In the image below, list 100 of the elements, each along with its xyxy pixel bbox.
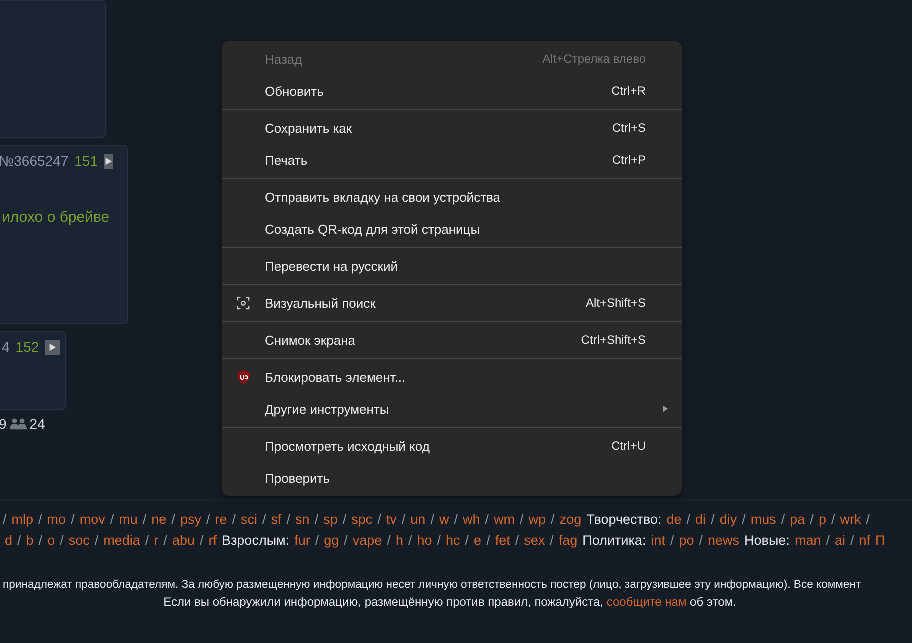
board-link[interactable]: sn (296, 512, 310, 527)
separator-slash: / (430, 512, 434, 527)
separator-slash: / (286, 512, 291, 527)
board-link[interactable]: po (679, 533, 694, 548)
board-link[interactable]: w (439, 512, 450, 527)
shortcut-text: Ctrl+Shift+S (581, 333, 646, 347)
menu-item-label: Назад (265, 52, 304, 66)
board-link[interactable]: fag (558, 533, 578, 548)
board-link[interactable]: sf (271, 512, 282, 527)
board-link[interactable]: mus (750, 512, 776, 527)
post-index: 152 (16, 339, 40, 355)
menu-item[interactable]: Блокировать элемент... (222, 361, 682, 393)
play-icon (104, 156, 113, 166)
board-link[interactable]: abu (172, 533, 195, 548)
board-link[interactable]: man (794, 533, 822, 548)
board-link[interactable]: sp (324, 512, 338, 527)
board-link[interactable]: diy (720, 512, 738, 527)
board-link[interactable]: tv (386, 512, 397, 527)
separator-slash: / (342, 512, 347, 527)
expand-button[interactable] (104, 154, 113, 168)
menu-item[interactable]: Визуальный поиск Alt+Shift+S (222, 287, 682, 319)
separator-slash: / (486, 533, 490, 548)
separator-slash: / (315, 533, 320, 548)
board-link[interactable]: d (5, 533, 13, 548)
board-link[interactable]: p (818, 512, 826, 527)
expand-button[interactable] (45, 340, 60, 354)
board-link[interactable]: mov (80, 512, 106, 527)
menu-item[interactable]: Отправить вкладку на свои устройства (222, 181, 682, 213)
board-link[interactable]: b (26, 533, 34, 548)
board-link[interactable]: h (396, 533, 404, 548)
separator-slash: / (3, 512, 7, 527)
board-link[interactable]: de (666, 512, 682, 527)
board-link[interactable]: un (410, 512, 426, 527)
board-link[interactable]: ho (417, 533, 432, 548)
submenu-arrow-icon (663, 405, 668, 413)
report-link[interactable]: сообщите нам (606, 595, 687, 609)
separator-slash: / (378, 512, 382, 527)
board-link[interactable]: wh (462, 512, 480, 527)
board-link[interactable]: gg (324, 533, 340, 548)
board-link[interactable]: pa (790, 512, 806, 527)
board-link[interactable]: wp (528, 512, 546, 527)
separator-slash: / (110, 512, 114, 527)
menu-item[interactable]: Снимок экрана Ctrl+Shift+S (222, 324, 682, 356)
board-link[interactable]: e (474, 533, 482, 548)
board-link[interactable]: vape (352, 533, 382, 548)
board-link[interactable]: news (708, 533, 740, 548)
board-link[interactable]: re (215, 512, 228, 527)
board-link[interactable]: mu (119, 512, 138, 527)
board-link[interactable]: sci (241, 512, 258, 527)
separator-slash: / (262, 512, 266, 527)
board-link[interactable]: nf (859, 533, 871, 548)
board-link[interactable]: int (651, 533, 666, 548)
post-index: 151 (74, 153, 98, 169)
post-number[interactable]: №3665247 (0, 153, 69, 169)
user-count: 24 (30, 416, 46, 432)
board-link[interactable]: o (48, 533, 56, 548)
board-link[interactable]: media (104, 533, 140, 548)
shortcut-text: Alt+Стрелка влево (542, 52, 646, 66)
board-link[interactable]: wrk (840, 512, 862, 527)
board-link[interactable]: mlp (12, 512, 34, 527)
board-link[interactable]: hc (446, 533, 460, 548)
shortcut-text: Ctrl+S (612, 121, 646, 135)
board-link[interactable]: ne (152, 512, 167, 527)
menu-item[interactable]: Просмотреть исходный код Ctrl+U (222, 430, 682, 462)
board-link[interactable]: ai (834, 533, 846, 548)
separator-slash: / (551, 512, 555, 527)
board-link[interactable]: spc (352, 512, 373, 527)
separator-slash: / (232, 512, 236, 527)
separator-slash: / (38, 533, 43, 548)
separator-slash: / (200, 533, 204, 548)
menu-item-label: Обновить (265, 84, 325, 98)
menu-item[interactable]: Сохранить как Ctrl+S (222, 112, 682, 144)
shortcut-text: Ctrl+P (612, 153, 646, 167)
board-link[interactable]: wm (494, 512, 516, 527)
separator-slash: / (826, 533, 830, 548)
board-link[interactable]: psy (180, 512, 202, 527)
board-link[interactable]: zog (560, 512, 582, 527)
separator-slash: / (344, 533, 348, 548)
shortcut-text: Ctrl+U (612, 439, 646, 453)
post-number[interactable]: 4 (2, 339, 10, 355)
board-link[interactable]: fet (495, 533, 510, 548)
menu-item[interactable]: Создать QR-код для этой страницы (222, 213, 682, 245)
separator-slash: / (520, 512, 524, 527)
board-link[interactable]: mo (47, 512, 66, 527)
play-icon (48, 342, 58, 352)
separator-slash: / (172, 512, 176, 527)
board-link[interactable]: di (696, 512, 706, 527)
menu-item[interactable]: Перевести на русский (222, 250, 682, 282)
menu-item[interactable]: Печать Ctrl+P (222, 144, 682, 176)
board-link[interactable]: r (154, 533, 159, 548)
separator-slash: / (145, 533, 150, 548)
separator-slash: / (60, 533, 64, 548)
board-link[interactable]: fur (294, 533, 310, 548)
menu-item[interactable]: Обновить Ctrl+R (222, 75, 682, 107)
board-link[interactable]: rf (208, 533, 217, 548)
board-link[interactable]: П (876, 533, 886, 548)
board-link[interactable]: sex (524, 533, 546, 548)
board-link[interactable]: soc (68, 533, 90, 548)
menu-item[interactable]: Проверить (222, 462, 682, 494)
menu-item[interactable]: Другие инструменты (222, 393, 682, 425)
